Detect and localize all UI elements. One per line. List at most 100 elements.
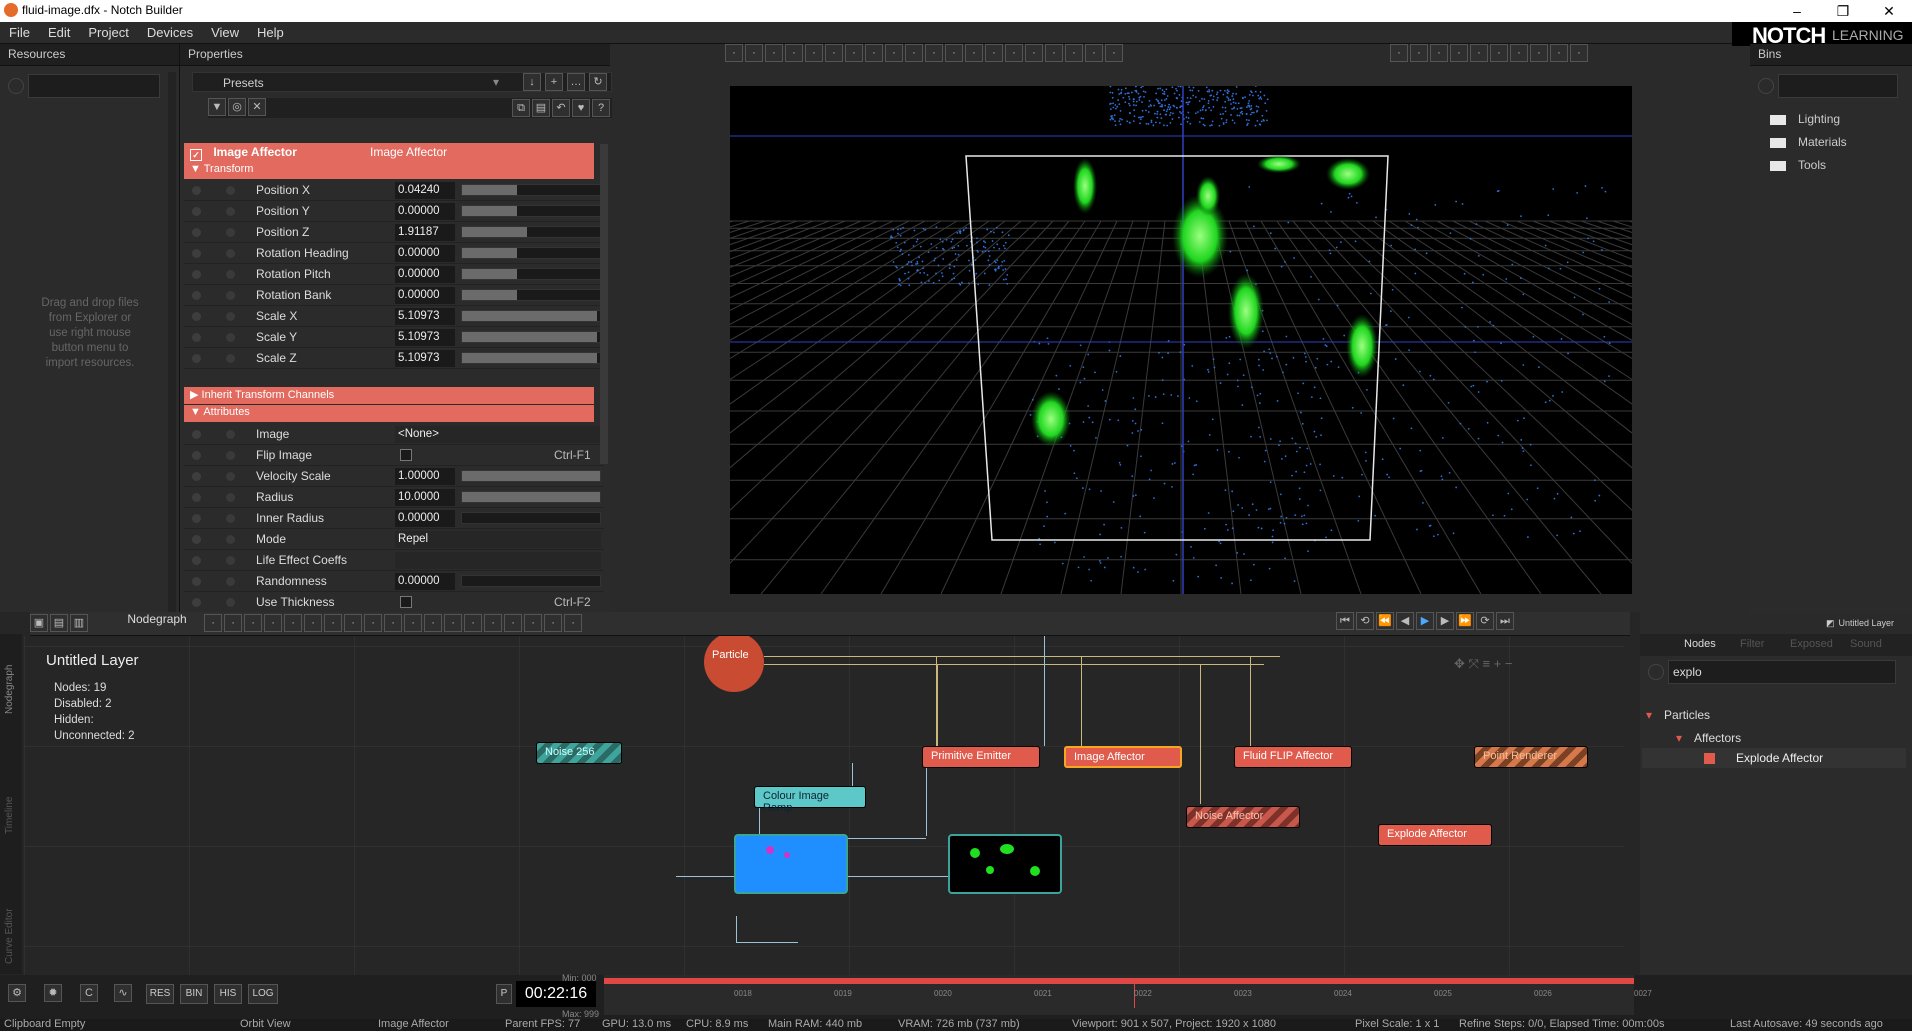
- viewport-3d[interactable]: [730, 86, 1632, 594]
- bar-icon[interactable]: ·: [945, 44, 963, 62]
- prop-value-input[interactable]: 0.04240: [395, 182, 455, 199]
- rotate-icon[interactable]: ·: [745, 44, 763, 62]
- section-attributes[interactable]: ▼ Attributes: [184, 405, 594, 422]
- node-image-preview-green[interactable]: [948, 834, 1062, 894]
- filter-icon[interactable]: ▼: [208, 98, 226, 116]
- rotate-icon[interactable]: ·: [1450, 44, 1468, 62]
- a-icon[interactable]: ·: [304, 614, 323, 632]
- attr-slider[interactable]: [461, 512, 601, 524]
- rot-icon[interactable]: ·: [1085, 44, 1103, 62]
- filter-icon[interactable]: [1648, 664, 1664, 680]
- gear-icon[interactable]: ·: [344, 614, 363, 632]
- c-icon[interactable]: C: [80, 984, 98, 1002]
- exp-icon[interactable]: ·: [484, 614, 503, 632]
- download-icon[interactable]: ↓: [523, 73, 541, 91]
- w-icon[interactable]: ·: [865, 44, 883, 62]
- close-icon[interactable]: ✕: [1866, 0, 1912, 22]
- ak-icon[interactable]: ·: [244, 614, 263, 632]
- keyframe-icon[interactable]: [226, 186, 235, 195]
- prop-slider[interactable]: [461, 205, 601, 217]
- step-back-icon[interactable]: ◀: [1396, 612, 1414, 630]
- bar-icon[interactable]: ·: [985, 44, 1003, 62]
- expose-icon[interactable]: [192, 556, 201, 565]
- nodes-search-input[interactable]: [1668, 660, 1896, 684]
- layers-icon[interactable]: ▤: [50, 614, 68, 632]
- stack-icon[interactable]: ▥: [70, 614, 88, 632]
- expose-icon[interactable]: [192, 207, 201, 216]
- scale-icon[interactable]: ·: [765, 44, 783, 62]
- n-icon[interactable]: ·: [284, 614, 303, 632]
- select-icon[interactable]: ·: [384, 614, 403, 632]
- node-noise-affector[interactable]: Noise Affector: [1186, 806, 1300, 828]
- menu-file[interactable]: File: [0, 22, 39, 43]
- expose-icon[interactable]: [192, 430, 201, 439]
- menu-view[interactable]: View: [202, 22, 248, 43]
- grid-icon[interactable]: ·: [204, 614, 223, 632]
- expose-icon[interactable]: [192, 186, 201, 195]
- expose-icon[interactable]: [192, 598, 201, 607]
- tree-particles[interactable]: ▾ Particles: [1646, 708, 1710, 722]
- layer-icon[interactable]: ▣: [30, 614, 48, 632]
- menu-devices[interactable]: Devices: [138, 22, 202, 43]
- keyframe-icon[interactable]: [226, 493, 235, 502]
- prop-slider[interactable]: [461, 268, 601, 280]
- resources-scrollbar[interactable]: [168, 72, 176, 612]
- paste-icon[interactable]: ▤: [532, 99, 550, 117]
- attr-value-input[interactable]: 10.0000: [395, 489, 455, 506]
- attr-dropdown[interactable]: <None>: [395, 426, 601, 443]
- ak-icon[interactable]: ·: [805, 44, 823, 62]
- minimize-icon[interactable]: –: [1774, 0, 1820, 22]
- node-fluid-flip[interactable]: Fluid FLIP Affector: [1234, 746, 1352, 768]
- p-icon[interactable]: ·: [324, 614, 343, 632]
- bar-icon[interactable]: ·: [1025, 44, 1043, 62]
- attr-dropdown[interactable]: [395, 552, 601, 569]
- skip-start-icon[interactable]: ⏮: [1336, 612, 1354, 630]
- keyframe-icon[interactable]: [226, 472, 235, 481]
- prop-value-input[interactable]: 5.10973: [395, 350, 455, 367]
- keyframe-icon[interactable]: [226, 577, 235, 586]
- line-icon[interactable]: ·: [424, 614, 443, 632]
- prop-slider[interactable]: [461, 247, 601, 259]
- search-icon[interactable]: ·: [1510, 44, 1528, 62]
- clear-icon[interactable]: ✕: [248, 98, 266, 116]
- settings-icon[interactable]: ⚙: [8, 984, 26, 1002]
- bin-materials[interactable]: Materials: [1770, 135, 1847, 153]
- tab-nodes[interactable]: Nodes: [1684, 638, 1716, 650]
- in-icon[interactable]: ·: [444, 614, 463, 632]
- layer-selector[interactable]: ◩ Untitled Layer: [1826, 618, 1894, 629]
- properties-scrollbar[interactable]: [600, 144, 608, 464]
- s-icon[interactable]: ·: [264, 614, 283, 632]
- bar-icon[interactable]: ·: [905, 44, 923, 62]
- five-icon[interactable]: ·: [965, 44, 983, 62]
- wire-icon[interactable]: ·: [404, 614, 423, 632]
- more-icon[interactable]: …: [567, 73, 585, 91]
- waveform-icon[interactable]: ∿: [114, 984, 132, 1002]
- expose-icon[interactable]: [192, 472, 201, 481]
- fit-icon[interactable]: ·: [1430, 44, 1448, 62]
- filter-icon[interactable]: [8, 78, 24, 94]
- bins-search-input[interactable]: [1778, 74, 1898, 98]
- display-icon[interactable]: ·: [1570, 44, 1588, 62]
- attr-dropdown[interactable]: Repel: [395, 531, 601, 548]
- prop-slider[interactable]: [461, 310, 601, 322]
- prop-value-input[interactable]: 0.00000: [395, 266, 455, 283]
- bin-lighting[interactable]: Lighting: [1770, 112, 1840, 130]
- prop-slider[interactable]: [461, 184, 601, 196]
- node-point-renderer[interactable]: Point Renderer: [1474, 746, 1588, 768]
- zero-icon[interactable]: ·: [1045, 44, 1063, 62]
- equals-icon[interactable]: ·: [1490, 44, 1508, 62]
- expose-icon[interactable]: [192, 270, 201, 279]
- bin-tools[interactable]: Tools: [1770, 158, 1826, 176]
- tab-filter[interactable]: Filter: [1740, 638, 1764, 650]
- current-time[interactable]: 00:22:16: [516, 981, 596, 1007]
- prop-slider[interactable]: [461, 352, 601, 364]
- fill-icon[interactable]: ·: [544, 614, 563, 632]
- circle-icon[interactable]: ·: [564, 614, 583, 632]
- expose-icon[interactable]: [192, 249, 201, 258]
- resources-search-input[interactable]: [28, 74, 160, 98]
- bar-icon[interactable]: ·: [1005, 44, 1023, 62]
- keyframe-icon[interactable]: [226, 535, 235, 544]
- menu-help[interactable]: Help: [248, 22, 293, 43]
- enabled-checkbox[interactable]: ✓: [190, 149, 202, 161]
- refresh-icon[interactable]: ↻: [589, 73, 607, 91]
